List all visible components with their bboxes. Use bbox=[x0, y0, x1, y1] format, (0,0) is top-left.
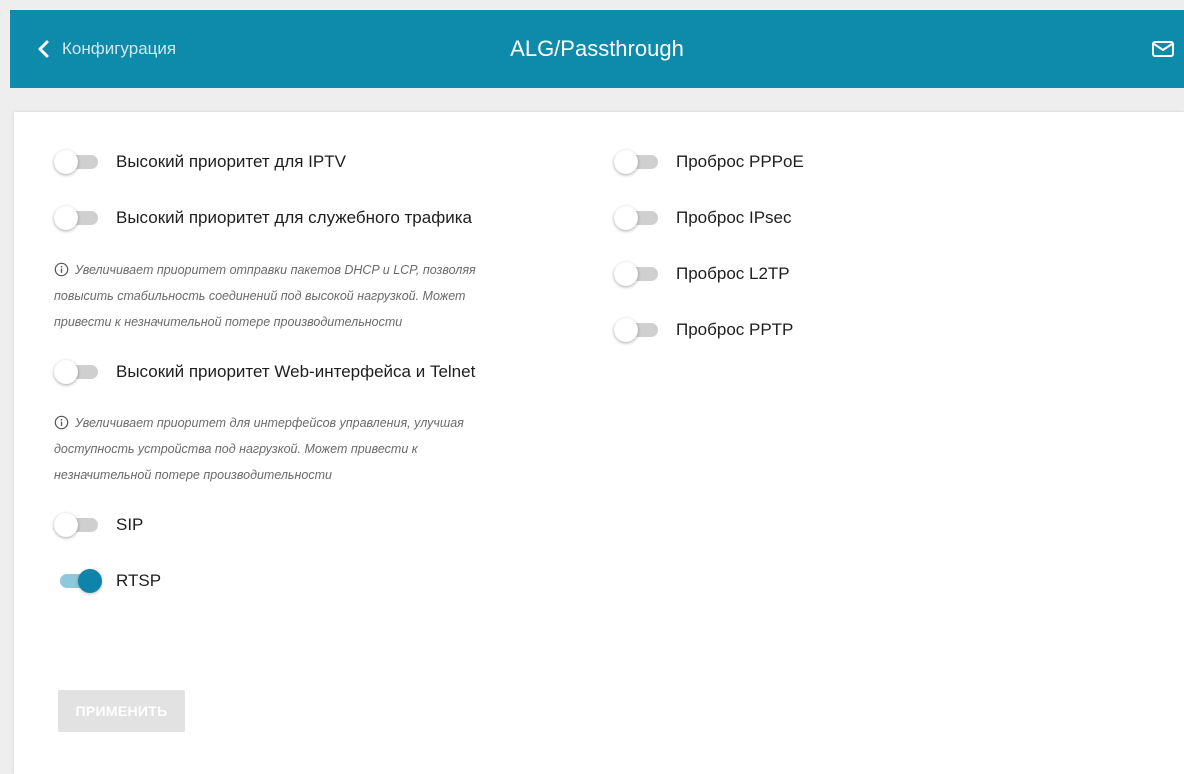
pptp-passthrough-label: Проброс PPTP bbox=[676, 320, 794, 339]
envelope-icon[interactable] bbox=[1150, 36, 1176, 62]
hint-text: незначительной потере производительности bbox=[54, 468, 332, 482]
web-telnet-hint: Увеличивает приоритет для интерфейсов уп… bbox=[54, 410, 564, 488]
sip-toggle[interactable] bbox=[54, 512, 102, 538]
web-telnet-priority-toggle[interactable] bbox=[54, 359, 102, 385]
web-telnet-priority-row: Высокий приоритет Web-интерфейса и Telne… bbox=[54, 357, 475, 387]
ipsec-passthrough-toggle[interactable] bbox=[614, 205, 662, 231]
hint-text: повысить стабильность соединений под выс… bbox=[54, 289, 466, 303]
service-traffic-priority-toggle[interactable] bbox=[54, 205, 102, 231]
l2tp-passthrough-toggle[interactable] bbox=[614, 261, 662, 287]
iptv-priority-toggle[interactable] bbox=[54, 149, 102, 175]
pptp-passthrough-toggle[interactable] bbox=[614, 317, 662, 343]
sip-label: SIP bbox=[116, 515, 144, 534]
hint-line: Увеличивает приоритет отправки пакетов D… bbox=[54, 257, 564, 283]
l2tp-passthrough-label: Проброс L2TP bbox=[676, 264, 790, 283]
toggle-knob bbox=[614, 206, 638, 230]
toggle-knob bbox=[54, 150, 78, 174]
toggle-knob bbox=[78, 569, 102, 593]
toggle-knob bbox=[614, 318, 638, 342]
hint-text: Увеличивает приоритет отправки пакетов D… bbox=[75, 263, 476, 277]
iptv-priority-label: Высокий приоритет для IPTV bbox=[116, 152, 346, 171]
service-traffic-hint: Увеличивает приоритет отправки пакетов D… bbox=[54, 257, 564, 335]
apply-button[interactable]: ПРИМЕНИТЬ bbox=[58, 690, 185, 732]
ipsec-passthrough-label: Проброс IPsec bbox=[676, 208, 792, 227]
toggle-knob bbox=[54, 513, 78, 537]
pppoe-passthrough-row: Проброс PPPoE bbox=[614, 147, 804, 177]
web-telnet-priority-label: Высокий приоритет Web-интерфейса и Telne… bbox=[116, 362, 476, 381]
l2tp-passthrough-row: Проброс L2TP bbox=[614, 259, 790, 289]
toggle-knob bbox=[54, 206, 78, 230]
hint-text: привести к незначительной потере произво… bbox=[54, 315, 403, 329]
service-traffic-priority-label: Высокий приоритет для служебного трафика bbox=[116, 208, 472, 227]
info-icon bbox=[54, 262, 69, 277]
toggle-knob bbox=[614, 262, 638, 286]
sip-row: SIP bbox=[54, 510, 143, 540]
toggle-knob bbox=[614, 150, 638, 174]
hint-text: доступность устройства под нагрузкой. Мо… bbox=[54, 442, 418, 456]
settings-panel: Высокий приоритет для IPTV Высокий приор… bbox=[14, 112, 1184, 774]
rtsp-label: RTSP bbox=[116, 571, 162, 590]
pppoe-passthrough-label: Проброс PPPoE bbox=[676, 152, 804, 171]
info-icon bbox=[54, 415, 69, 430]
ipsec-passthrough-row: Проброс IPsec bbox=[614, 203, 792, 233]
hint-text: Увеличивает приоритет для интерфейсов уп… bbox=[75, 416, 464, 430]
hint-line: Увеличивает приоритет для интерфейсов уп… bbox=[54, 410, 564, 436]
page-title: ALG/Passthrough bbox=[510, 36, 684, 61]
rtsp-row: RTSP bbox=[54, 566, 161, 596]
iptv-priority-row: Высокий приоритет для IPTV bbox=[54, 147, 346, 177]
rtsp-toggle[interactable] bbox=[54, 568, 102, 594]
toggle-knob bbox=[54, 360, 78, 384]
pptp-passthrough-row: Проброс PPTP bbox=[614, 315, 793, 345]
pppoe-passthrough-toggle[interactable] bbox=[614, 149, 662, 175]
top-bar: Конфигурация ALG/Passthrough bbox=[10, 10, 1184, 88]
service-traffic-priority-row: Высокий приоритет для служебного трафика bbox=[54, 203, 472, 233]
